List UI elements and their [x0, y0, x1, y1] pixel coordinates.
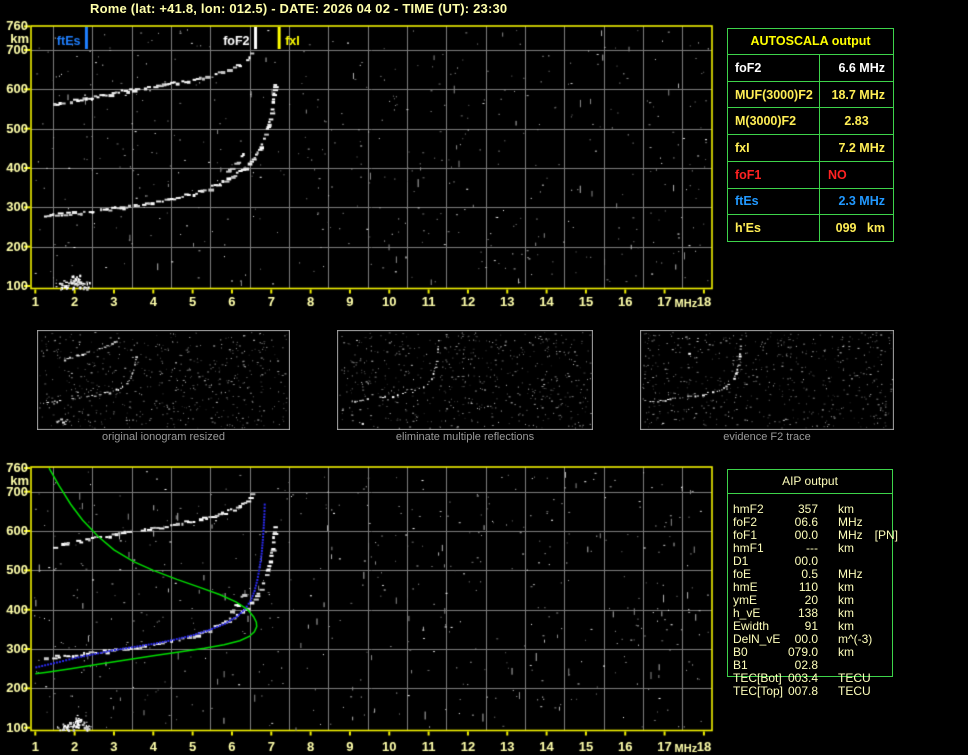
aip-table-header: AIP output	[728, 470, 892, 494]
autoscala-label: ftEs	[728, 188, 820, 215]
caption-evidence-f2-trace: evidence F2 trace	[723, 431, 811, 443]
aip-cell-u: km	[838, 541, 854, 555]
aip-row-DelN-vE: DelN_vE 00.0 m^(-3)	[727, 633, 927, 646]
autoscala-output-table: AUTOSCALA output foF2 6.6 MHz MUF(3000)F…	[727, 28, 894, 242]
page-title: Rome (lat: +41.8, lon: 012.5) - DATE: 20…	[90, 1, 508, 16]
autoscala-row-foF1: foF1 NO	[728, 161, 893, 189]
autoscala-value: 18.7 MHz	[831, 87, 886, 102]
autoscala-value: 2.83	[844, 114, 869, 129]
mini-panel-evidence-f2-trace	[640, 330, 894, 430]
autoscala-label: MUF(3000)F2	[728, 81, 820, 108]
autoscala-table-header: AUTOSCALA output	[728, 29, 893, 55]
autoscala-row-foF2: foF2 6.6 MHz	[728, 55, 893, 82]
caption-eliminate-reflections: eliminate multiple reflections	[395, 431, 535, 443]
autoscala-value: 2.3 MHz	[838, 194, 885, 209]
aip-row-TEC-Top-: TEC[Top] 007.8 TECU	[727, 685, 927, 698]
autoscala-value: NO	[828, 167, 847, 182]
caption-original-ionogram: original ionogram resized	[102, 431, 225, 443]
autoscala-label: fxI	[728, 135, 820, 161]
aip-cell-l: TEC[Top]	[733, 684, 784, 698]
aip-row-hmF1: hmF1 --- km	[727, 542, 927, 555]
top-ionogram-plot	[0, 18, 730, 318]
aip-cell-v: 007.8	[787, 684, 818, 698]
autoscala-row-MUF3000F2: MUF(3000)F2 18.7 MHz	[728, 81, 893, 109]
aip-row-hmE: hmE 110 km	[727, 581, 927, 594]
aip-cell-u: TECU	[838, 684, 871, 698]
aip-cell-u: km	[838, 645, 854, 659]
autoscala-row-M3000F2: M(3000)F2 2.83	[728, 108, 893, 136]
autoscala-label: M(3000)F2	[728, 108, 820, 135]
autoscala-row-fxI: fxI 7.2 MHz	[728, 135, 893, 162]
aip-row-hmF2: hmF2 357 km	[727, 503, 927, 516]
autoscala-row-hEs: h'Es 099 km	[728, 215, 893, 242]
aip-row-D1: D1 00.0	[727, 555, 927, 568]
aip-output-rows: hmF2 357 km foF2 06.6 MHz foF1 00.0 MHz [PN] hmF1…	[727, 503, 927, 698]
autoscala-screen: Rome (lat: +41.8, lon: 012.5) - DATE: 20…	[0, 0, 968, 755]
mini-panel-original-ionogram	[37, 330, 290, 430]
aip-row-B0: B0 079.0 km	[727, 646, 927, 659]
autoscala-row-ftEs: ftEs 2.3 MHz	[728, 188, 893, 216]
autoscala-label: foF2	[728, 55, 820, 81]
autoscala-label: foF1	[728, 161, 820, 188]
autoscala-value: 7.2 MHz	[838, 141, 885, 156]
mini-panel-eliminate-reflections	[337, 330, 593, 430]
aip-cell-e: [PN]	[868, 528, 899, 542]
autoscala-value: 099 km	[835, 221, 885, 236]
autoscala-value: 6.6 MHz	[838, 60, 885, 75]
autoscala-label: h'Es	[728, 215, 820, 242]
bottom-ionogram-plot	[0, 455, 730, 755]
